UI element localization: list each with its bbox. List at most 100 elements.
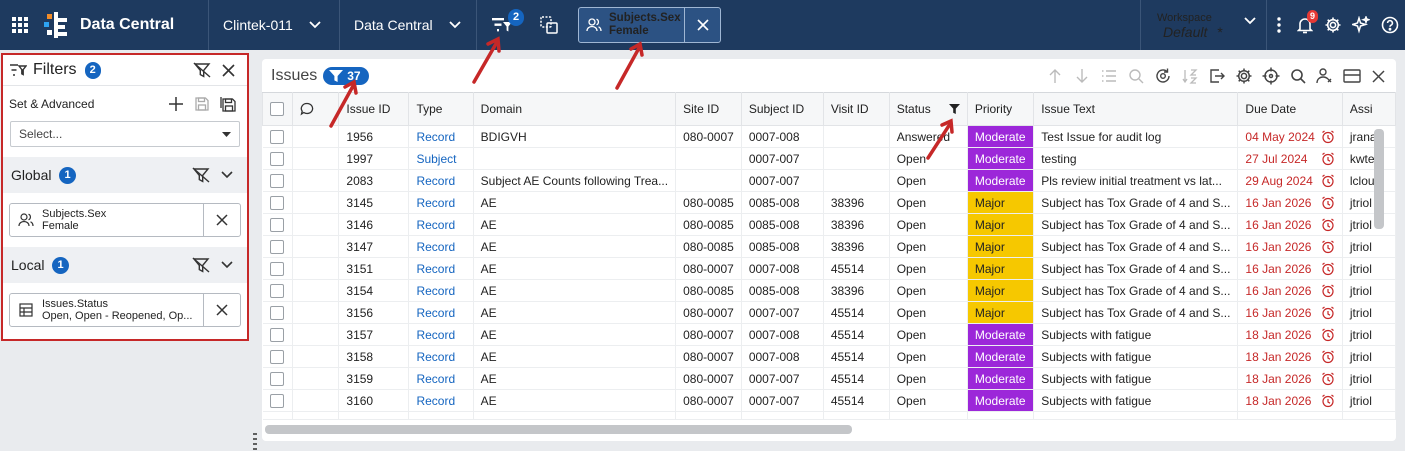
select-all-checkbox[interactable] [270,102,285,116]
remove-local-filter-button[interactable] [203,294,240,326]
module-dropdown[interactable]: Data Central [340,0,476,50]
row-select-cell[interactable] [262,257,293,280]
issues-filter-count-pill[interactable]: 37 [323,66,369,85]
column-header-issue-text[interactable]: Issue Text [1033,92,1239,126]
comments-cell[interactable] [292,257,340,280]
more-menu-button[interactable] [1267,0,1291,50]
row-select-cell[interactable] [262,213,293,236]
column-header-site-id[interactable]: Site ID [675,92,742,126]
comments-cell[interactable] [292,301,340,324]
global-filter-chip[interactable]: Subjects.Sex Female [9,203,241,237]
resize-grip-icon[interactable] [253,432,257,450]
remove-active-filter-button[interactable] [684,8,720,42]
list-icon[interactable] [1095,64,1122,88]
cell-type[interactable]: Record [408,169,474,192]
panel-layout-icon[interactable] [1338,64,1365,88]
chevron-down-icon[interactable] [215,261,239,269]
cell-type[interactable]: Record [408,279,474,302]
table-row[interactable]: 3156 Record AE 080-0007 0007-007 45514 Open Maj… [262,301,1396,324]
filters-toggle-button[interactable]: 2 [477,0,527,50]
row-select-cell[interactable] [262,279,293,302]
row-checkbox[interactable] [270,195,285,210]
comments-cell[interactable] [292,213,340,236]
cell-type[interactable]: Record [408,125,474,148]
link-selection-button[interactable] [527,0,571,50]
cell-type[interactable]: Record [408,301,474,324]
cell-type[interactable]: Subject [408,147,474,170]
chevron-down-icon[interactable] [215,171,239,179]
table-row[interactable]: 3151 Record AE 080-0007 0007-008 45514 Open Maj… [262,257,1396,280]
apps-grid-icon[interactable] [0,0,40,50]
row-checkbox[interactable] [270,239,285,254]
comments-cell[interactable] [292,169,340,192]
move-down-button[interactable] [1068,64,1095,88]
row-select-cell[interactable] [262,147,293,170]
sort-az-icon[interactable] [1176,64,1203,88]
table-row[interactable]: 3146 Record AE 080-0085 0085-008 38396 Open Maj… [262,213,1396,236]
filter-set-select[interactable]: Select... [10,121,240,147]
column-header-status[interactable]: Status [888,92,968,126]
horizontal-scrollbar[interactable] [265,425,852,434]
row-select-cell[interactable] [262,191,293,214]
row-select-cell[interactable] [262,389,293,412]
close-filters-button[interactable] [215,63,241,77]
active-filter-chip[interactable]: Subjects.Sex Female [578,7,721,43]
column-header-priority[interactable]: Priority [966,92,1035,126]
comments-cell[interactable] [292,345,340,368]
row-select-cell[interactable] [262,125,293,148]
table-row[interactable] [262,411,1396,420]
column-header-assignee[interactable]: Assi [1341,92,1396,126]
cell-type[interactable]: Record [408,213,474,236]
row-checkbox[interactable] [270,217,285,232]
comments-cell[interactable] [292,367,340,390]
row-checkbox[interactable] [270,305,285,320]
clear-local-filters-button[interactable] [187,257,215,273]
cell-type[interactable]: Record [408,345,474,368]
comments-cell[interactable] [292,279,340,302]
column-header-issue-id[interactable]: Issue ID [338,92,410,126]
row-checkbox[interactable] [270,327,285,342]
column-header-domain[interactable]: Domain [472,92,677,126]
comments-cell[interactable] [292,125,340,148]
close-panel-button[interactable] [1365,64,1392,88]
cell-type[interactable]: Record [408,323,474,346]
export-icon[interactable] [1203,64,1230,88]
remove-global-filter-button[interactable] [203,204,240,236]
comments-cell[interactable] [292,147,340,170]
local-filters-section[interactable]: Local 1 [3,247,247,283]
global-filters-section[interactable]: Global 1 [3,157,247,193]
comments-column-header[interactable] [291,92,340,126]
vertical-scrollbar[interactable] [1374,129,1384,229]
table-row[interactable]: 3147 Record AE 080-0085 0085-008 38396 Open Maj… [262,235,1396,258]
row-select-cell[interactable] [262,301,293,324]
table-row[interactable]: 3158 Record AE 080-0007 0007-008 45514 Open Mod… [262,345,1396,368]
comments-cell[interactable] [292,323,340,346]
search-disabled-icon[interactable] [1122,64,1149,88]
clear-all-filters-button[interactable] [189,62,215,78]
user-assign-icon[interactable] [1311,64,1338,88]
refresh-icon[interactable] [1149,64,1176,88]
workspace-dropdown[interactable]: Workspace Default * [1141,11,1266,40]
select-all-cell[interactable] [262,92,293,126]
column-header-due-date[interactable]: Due Date [1237,92,1343,126]
comments-cell[interactable] [292,235,340,258]
table-row[interactable]: 2083 Record Subject AE Counts following Tr… [262,169,1396,192]
comments-cell[interactable] [292,389,340,412]
row-checkbox[interactable] [270,129,285,144]
table-row[interactable]: 3157 Record AE 080-0007 0007-008 45514 Open Mod… [262,323,1396,346]
cell-type[interactable]: Record [408,191,474,214]
row-checkbox[interactable] [270,261,285,276]
comments-cell[interactable] [292,191,340,214]
crosshair-icon[interactable] [1257,64,1284,88]
table-row[interactable]: 3160 Record AE 080-0007 0007-007 45514 Open Mod… [262,389,1396,412]
settings-button[interactable] [1319,0,1347,50]
row-select-cell[interactable] [262,367,293,390]
row-checkbox[interactable] [270,283,285,298]
row-select-cell[interactable] [262,323,293,346]
table-row[interactable]: 3154 Record AE 080-0085 0085-008 38396 Open Maj… [262,279,1396,302]
row-checkbox[interactable] [270,393,285,408]
row-checkbox[interactable] [270,151,285,166]
table-row[interactable]: 3145 Record AE 080-0085 0085-008 38396 Open Maj… [262,191,1396,214]
search-icon[interactable] [1284,64,1311,88]
add-filter-button[interactable] [163,96,189,111]
